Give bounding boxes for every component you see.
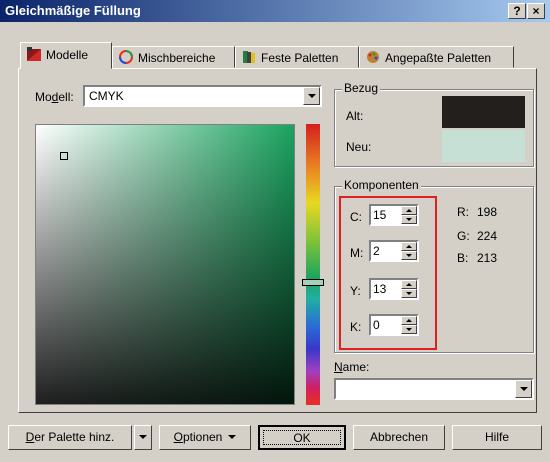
name-label: Name: bbox=[334, 360, 370, 374]
name-dropdown-button[interactable] bbox=[515, 380, 532, 398]
yellow-increment[interactable] bbox=[401, 280, 417, 289]
spin-down-icon bbox=[406, 328, 412, 331]
uniform-fill-dialog: Gleichmäßige Füllung ? × Modelle Mischbe… bbox=[0, 0, 550, 462]
chevron-down-icon bbox=[139, 435, 147, 439]
cyan-increment[interactable] bbox=[401, 206, 417, 215]
key-increment[interactable] bbox=[401, 316, 417, 325]
chevron-down-icon bbox=[520, 387, 528, 391]
red-label: R: bbox=[457, 205, 469, 219]
color-field-marker[interactable] bbox=[60, 152, 68, 160]
yellow-value: 13 bbox=[373, 282, 387, 296]
old-color-swatch bbox=[442, 96, 525, 128]
spin-down-icon bbox=[406, 292, 412, 295]
blue-value: 213 bbox=[477, 251, 498, 265]
green-label: G: bbox=[457, 229, 470, 243]
components-group-title: Komponenten bbox=[342, 178, 421, 192]
cyan-value: 15 bbox=[373, 208, 387, 222]
new-color-label: Neu: bbox=[346, 140, 372, 154]
name-select[interactable] bbox=[334, 378, 534, 400]
spin-up-icon bbox=[406, 283, 412, 286]
yellow-input[interactable]: 13 bbox=[369, 278, 419, 300]
old-color-label: Alt: bbox=[346, 109, 364, 123]
spin-down-icon bbox=[406, 254, 412, 257]
magenta-decrement[interactable] bbox=[401, 251, 417, 260]
model-dropdown-button[interactable] bbox=[303, 87, 320, 105]
options-button[interactable]: Optionen bbox=[159, 425, 251, 450]
help-dialog-button[interactable]: Hilfe bbox=[452, 425, 542, 450]
magenta-value: 2 bbox=[373, 244, 380, 258]
hue-slider[interactable] bbox=[306, 124, 320, 405]
yellow-label: Y: bbox=[350, 284, 361, 298]
spin-up-icon bbox=[406, 209, 412, 212]
color-field[interactable] bbox=[35, 124, 295, 405]
hue-slider-handle[interactable] bbox=[302, 279, 324, 286]
cyan-label: C: bbox=[350, 210, 362, 224]
spin-down-icon bbox=[406, 218, 412, 221]
model-select-value: CMYK bbox=[89, 89, 124, 103]
chevron-down-icon bbox=[308, 94, 316, 98]
green-value: 224 bbox=[477, 229, 498, 243]
model-label: Modell: bbox=[35, 90, 74, 104]
add-to-palette-menu-button[interactable] bbox=[134, 425, 152, 450]
magenta-input[interactable]: 2 bbox=[369, 240, 419, 262]
spin-up-icon bbox=[406, 245, 412, 248]
ok-button[interactable]: OK bbox=[258, 425, 346, 450]
key-decrement[interactable] bbox=[401, 325, 417, 334]
cyan-input[interactable]: 15 bbox=[369, 204, 419, 226]
cancel-button[interactable]: Abbrechen bbox=[353, 425, 445, 450]
reference-group-title: Bezug bbox=[342, 81, 381, 95]
magenta-label: M: bbox=[350, 246, 364, 260]
key-value: 0 bbox=[373, 318, 380, 332]
red-value: 198 bbox=[477, 205, 498, 219]
magenta-increment[interactable] bbox=[401, 242, 417, 251]
blue-label: B: bbox=[457, 251, 469, 265]
chevron-down-icon bbox=[228, 435, 237, 439]
yellow-decrement[interactable] bbox=[401, 289, 417, 298]
spin-up-icon bbox=[406, 319, 412, 322]
key-label: K: bbox=[350, 320, 362, 334]
new-color-swatch bbox=[442, 130, 525, 162]
add-to-palette-button[interactable]: Der Palette hinz. bbox=[8, 425, 132, 450]
cyan-decrement[interactable] bbox=[401, 215, 417, 224]
key-input[interactable]: 0 bbox=[369, 314, 419, 336]
model-select[interactable]: CMYK bbox=[83, 85, 322, 107]
